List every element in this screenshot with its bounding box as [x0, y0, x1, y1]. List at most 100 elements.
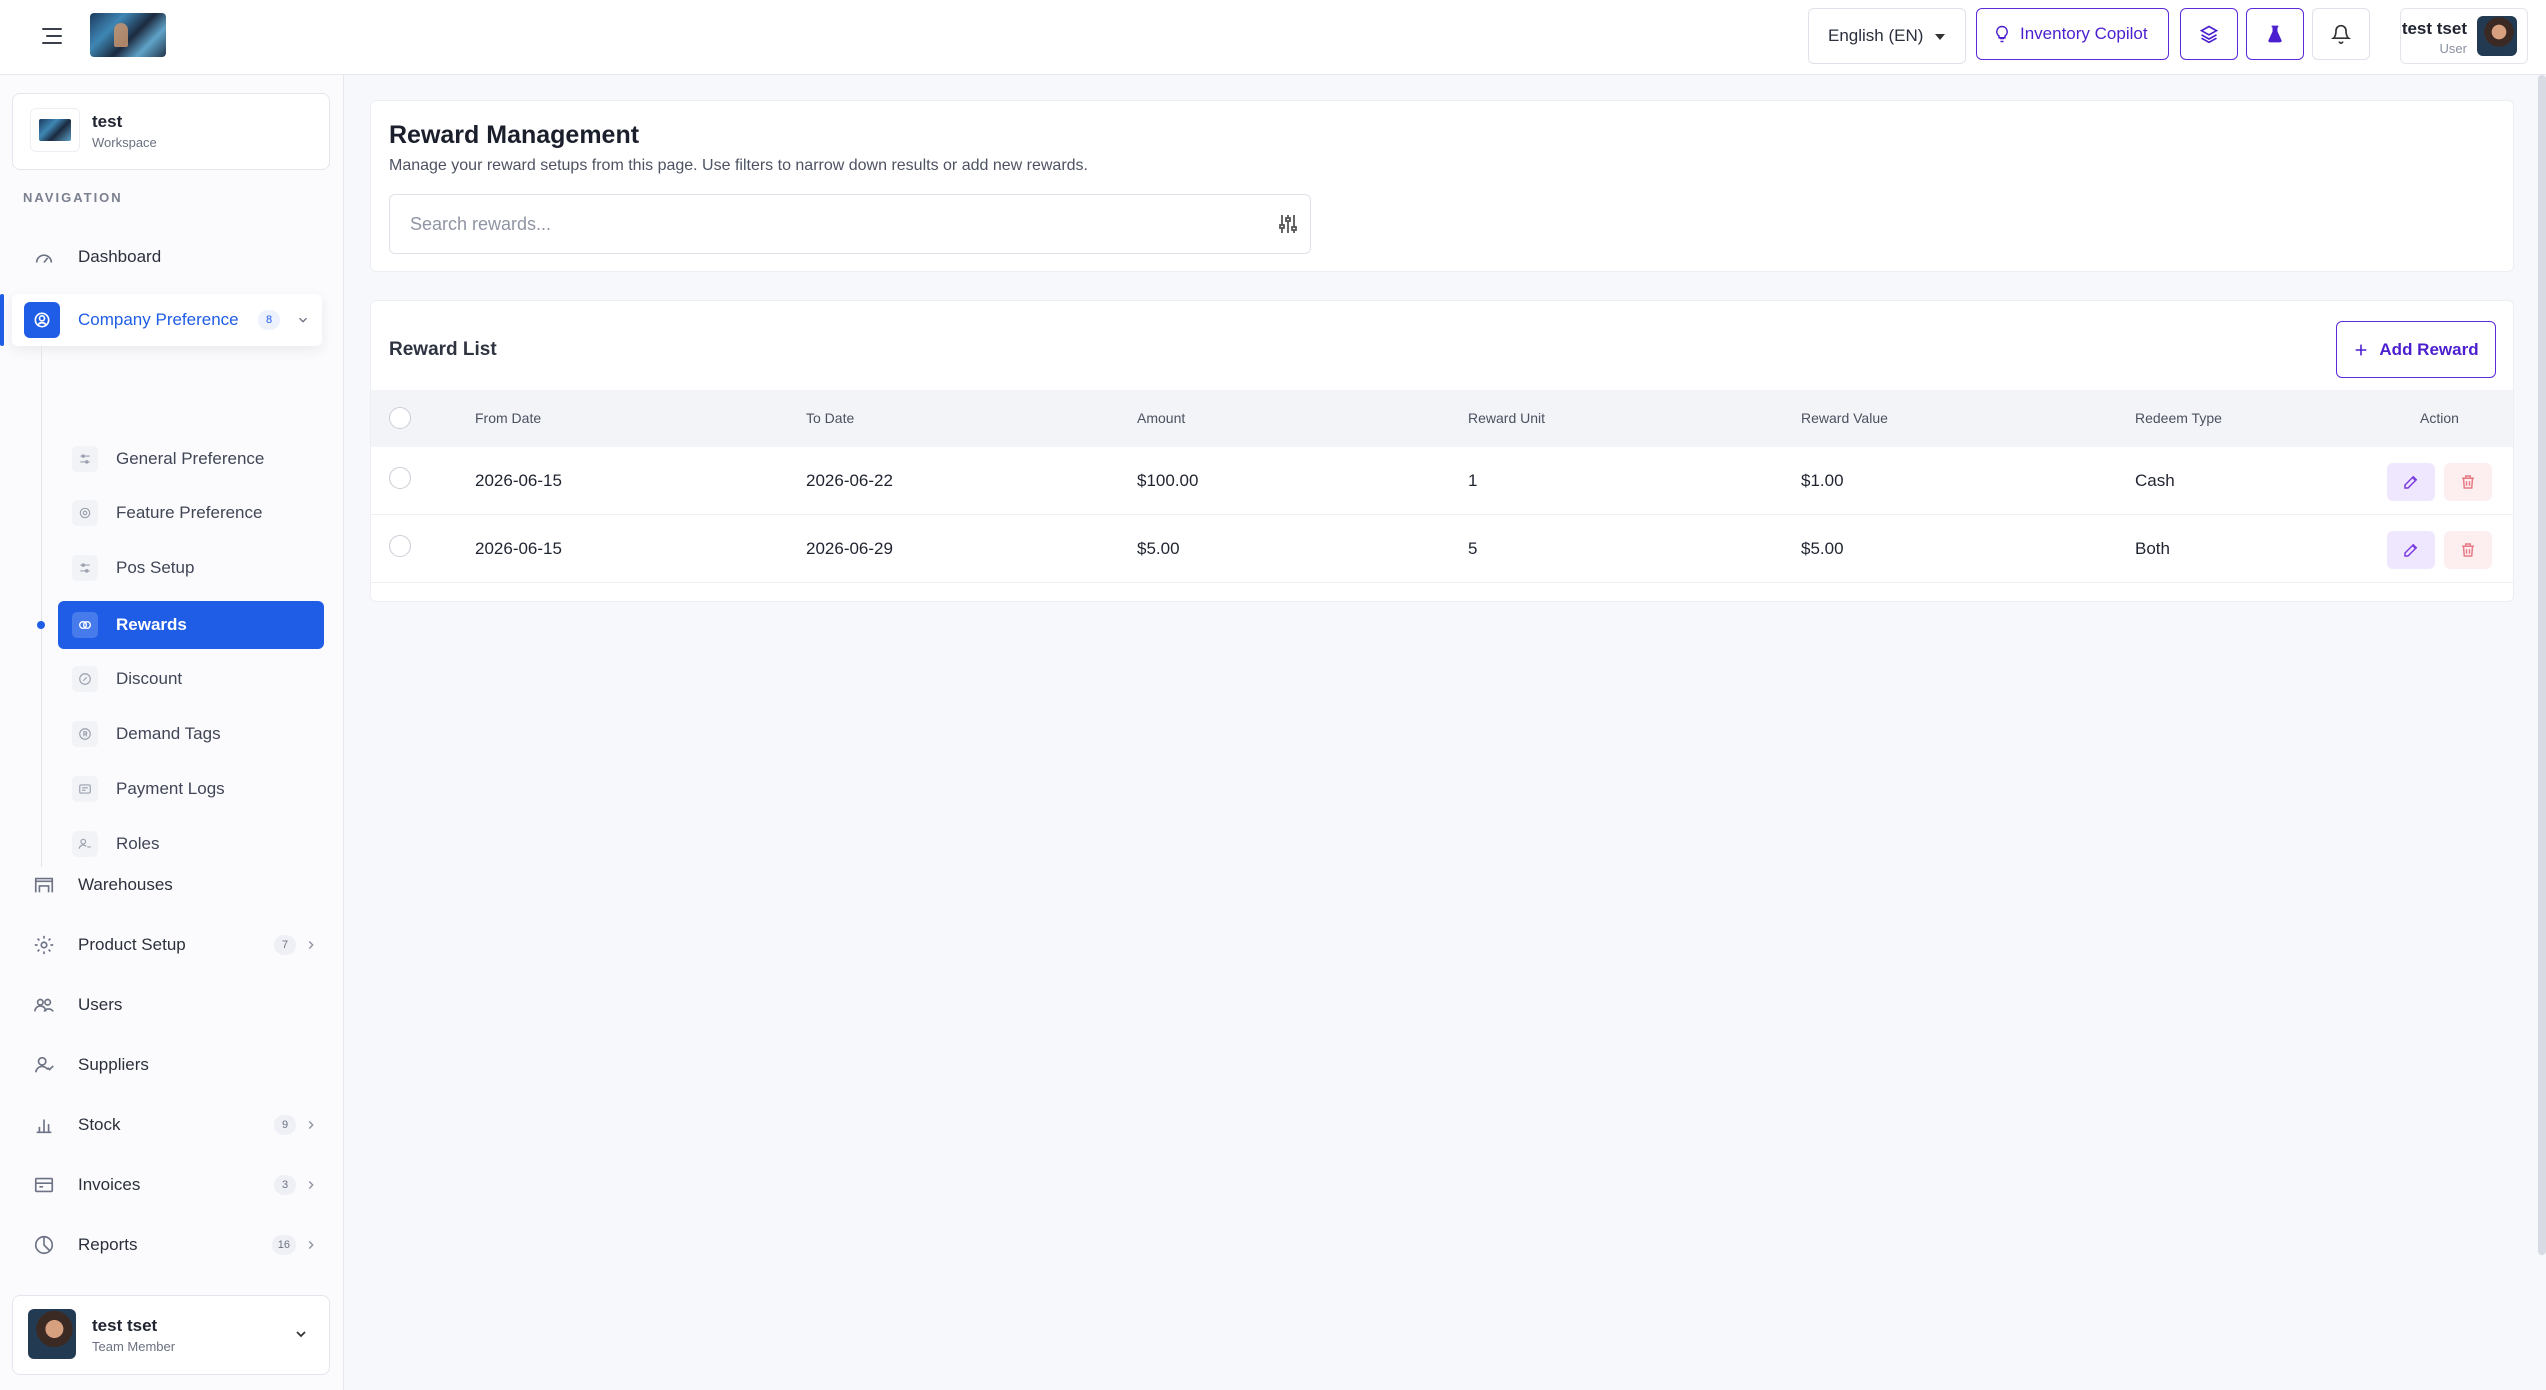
sidebar-item-reports[interactable]: Reports 16: [18, 1223, 328, 1267]
cell-reward-value: $5.00: [1801, 539, 1844, 558]
sidebar-item-product-setup[interactable]: Product Setup 7: [18, 923, 328, 967]
flask-icon: [2268, 25, 2282, 43]
column-header: Action: [2420, 410, 2459, 426]
delete-button[interactable]: [2444, 463, 2492, 501]
page-scrollbar[interactable]: [2538, 75, 2546, 1255]
sidebar-item-label: Stock: [78, 1115, 121, 1134]
cell-reward-unit: 1: [1468, 471, 1478, 490]
language-label: English (EN): [1828, 26, 1924, 45]
user-check-icon: [30, 1051, 58, 1079]
sidebar-item-company-preference[interactable]: Company Preference 8: [0, 294, 322, 346]
sidebar-item-label: Users: [78, 995, 123, 1014]
avatar: [28, 1309, 76, 1359]
page-header-card: Reward Management Manage your reward set…: [370, 100, 2514, 272]
cell-from-date: 2026-06-15: [475, 539, 562, 558]
percent-icon: [72, 666, 98, 692]
sidebar-subitem-general-preference[interactable]: General Preference: [58, 435, 324, 483]
chevron-down-icon: [296, 312, 310, 332]
search-input[interactable]: [390, 195, 1250, 253]
edit-button[interactable]: [2387, 463, 2435, 501]
workspace-label: Workspace: [92, 135, 157, 150]
user-name: test tset: [92, 1316, 158, 1335]
workspace-thumbnail: [30, 108, 80, 152]
sidebar-subitem-pos-setup[interactable]: Pos Setup: [58, 544, 324, 592]
sidebar-item-label: Invoices: [78, 1175, 141, 1194]
bell-icon: [2331, 24, 2351, 44]
row-checkbox[interactable]: [389, 535, 411, 557]
add-reward-label: Add Reward: [2379, 339, 2479, 359]
section-title: Reward List: [389, 339, 497, 360]
user-role: User: [2439, 41, 2467, 56]
sidebar-item-label: Suppliers: [78, 1055, 149, 1074]
sidebar-subitem-payment-logs[interactable]: Payment Logs: [58, 765, 324, 813]
app-logo[interactable]: [90, 13, 166, 57]
top-bar: English (EN) Inventory Copilot test tset…: [0, 0, 2546, 75]
column-header: To Date: [806, 410, 855, 426]
cell-amount: $5.00: [1137, 539, 1180, 558]
sidebar-subitem-label: Pos Setup: [116, 558, 195, 577]
active-indicator-dot: [37, 621, 45, 629]
warehouse-icon: [30, 871, 58, 899]
notifications-button[interactable]: [2312, 8, 2370, 60]
sidebar-subitem-label: Demand Tags: [116, 724, 221, 743]
menu-toggle-icon[interactable]: [38, 22, 66, 50]
delete-button[interactable]: [2444, 531, 2492, 569]
sidebar-subitem-label: Feature Preference: [116, 503, 263, 522]
sidebar-item-warehouses[interactable]: Warehouses: [18, 863, 328, 907]
workspace-switcher[interactable]: test Workspace: [12, 93, 330, 170]
edit-icon: [2404, 475, 2418, 489]
coins-icon: [72, 612, 98, 638]
chevron-right-icon: [304, 1237, 318, 1257]
store-button[interactable]: [2246, 8, 2304, 60]
count-badge: 9: [274, 1115, 296, 1135]
sliders-icon: [72, 555, 98, 581]
users-icon: [30, 991, 58, 1019]
select-all-checkbox[interactable]: [389, 407, 411, 429]
sidebar-subitem-demand-tags[interactable]: Demand Tags: [58, 710, 324, 758]
layers-button[interactable]: [2180, 8, 2238, 60]
sidebar-subitem-label: Rewards: [116, 615, 187, 634]
chevron-right-icon: [304, 937, 318, 957]
company-settings-icon: [24, 302, 60, 338]
sidebar-item-users[interactable]: Users: [18, 983, 328, 1027]
plus-icon: [2356, 344, 2367, 355]
row-checkbox[interactable]: [389, 467, 411, 489]
table-row: 2026-06-15 2026-06-29 $5.00 5 $5.00 Both: [371, 515, 2513, 583]
sidebar-subitem-discount[interactable]: Discount: [58, 655, 324, 703]
bar-chart-icon: [30, 1111, 58, 1139]
language-select[interactable]: English (EN): [1808, 8, 1966, 64]
filter-sliders-icon[interactable]: [1276, 212, 1302, 238]
edit-icon: [2404, 543, 2418, 557]
cell-to-date: 2026-06-29: [806, 539, 893, 558]
cell-reward-unit: 5: [1468, 539, 1478, 558]
user-menu[interactable]: test tset User: [2400, 8, 2528, 64]
user-name: test tset: [2401, 19, 2467, 38]
sidebar-item-dashboard[interactable]: Dashboard: [18, 235, 328, 279]
reward-list-card: Reward List Add Reward From Date To Date…: [370, 300, 2514, 602]
column-header: Redeem Type: [2135, 410, 2222, 426]
sidebar-item-invoices[interactable]: Invoices 3: [18, 1163, 328, 1207]
add-reward-button[interactable]: Add Reward: [2336, 321, 2496, 378]
sidebar-subitem-rewards[interactable]: Rewards: [58, 601, 324, 649]
column-header: Reward Unit: [1468, 410, 1546, 426]
cell-reward-value: $1.00: [1801, 471, 1844, 490]
column-header: Amount: [1137, 410, 1186, 426]
sidebar-item-stock[interactable]: Stock 9: [18, 1103, 328, 1147]
sidebar-item-suppliers[interactable]: Suppliers: [18, 1043, 328, 1087]
cell-redeem-type: Cash: [2135, 471, 2175, 490]
user-role: Team Member: [92, 1339, 176, 1354]
trash-icon: [2462, 475, 2474, 489]
chevron-right-icon: [304, 1117, 318, 1137]
edit-button[interactable]: [2387, 531, 2435, 569]
sidebar-subitem-roles[interactable]: Roles: [58, 820, 324, 868]
sidebar-user-card[interactable]: test tset Team Member: [12, 1295, 330, 1375]
cell-to-date: 2026-06-22: [806, 471, 893, 490]
inventory-copilot-button[interactable]: Inventory Copilot: [1976, 8, 2169, 60]
sidebar-subitem-label: Discount: [116, 669, 183, 688]
sidebar-item-label: Reports: [78, 1235, 138, 1254]
sidebar-subitem-feature-preference[interactable]: Feature Preference: [58, 489, 324, 537]
trash-icon: [2462, 543, 2474, 557]
sidebar-subitem-label: General Preference: [116, 449, 265, 468]
count-badge: 3: [274, 1175, 296, 1195]
column-header: From Date: [475, 410, 542, 426]
